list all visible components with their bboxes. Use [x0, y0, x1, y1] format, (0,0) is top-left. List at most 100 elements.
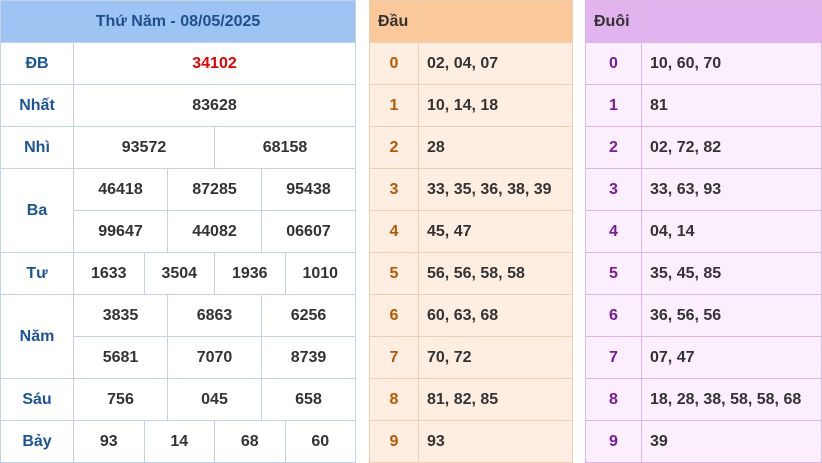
duoi-row: 0 10, 60, 70 [585, 42, 822, 85]
prize-value: 44082 [167, 210, 262, 253]
prize-value: 06607 [261, 210, 356, 253]
draw-date-header: Thứ Năm - 08/05/2025 [0, 0, 356, 43]
duoi-table: Đuôi 0 10, 60, 70 1 81 2 02, 72, 82 3 33, 63… [585, 0, 822, 463]
prize-row-nhi: Nhì 93572 68158 [0, 126, 356, 169]
duoi-value: 33, 63, 93 [641, 168, 822, 211]
dau-value: 70, 72 [418, 336, 573, 379]
dau-value: 60, 63, 68 [418, 294, 573, 337]
prize-label: Tư [0, 252, 74, 295]
duoi-row: 4 04, 14 [585, 210, 822, 253]
duoi-key: 6 [585, 294, 642, 337]
prize-value: 658 [261, 378, 356, 421]
duoi-value: 39 [641, 420, 822, 463]
prize-row-sau: Sáu 756 045 658 [0, 378, 356, 421]
dau-row: 4 45, 47 [369, 210, 573, 253]
prize-value: 93572 [73, 126, 215, 169]
duoi-key: 2 [585, 126, 642, 169]
prize-row-tu: Tư 1633 3504 1936 1010 [0, 252, 356, 295]
dau-key: 8 [369, 378, 419, 421]
prize-label: Năm [0, 294, 74, 379]
duoi-key: 9 [585, 420, 642, 463]
dau-value: 56, 56, 58, 58 [418, 252, 573, 295]
prize-value: 68 [214, 420, 286, 463]
duoi-value: 81 [641, 84, 822, 127]
duoi-row: 2 02, 72, 82 [585, 126, 822, 169]
dau-value: 33, 35, 36, 38, 39 [418, 168, 573, 211]
prize-value: 1936 [214, 252, 286, 295]
duoi-row: 9 39 [585, 420, 822, 463]
dau-row: 5 56, 56, 58, 58 [369, 252, 573, 295]
dau-row: 7 70, 72 [369, 336, 573, 379]
dau-row: 2 28 [369, 126, 573, 169]
duoi-key: 1 [585, 84, 642, 127]
dau-row: 9 93 [369, 420, 573, 463]
prize-value: 3504 [143, 252, 215, 295]
dau-value: 93 [418, 420, 573, 463]
duoi-value: 10, 60, 70 [641, 42, 822, 85]
prize-row-bay: Bảy 93 14 68 60 [0, 420, 356, 463]
duoi-row: 7 07, 47 [585, 336, 822, 379]
duoi-value: 07, 47 [641, 336, 822, 379]
duoi-row: 3 33, 63, 93 [585, 168, 822, 211]
dau-row: 0 02, 04, 07 [369, 42, 573, 85]
duoi-value: 18, 28, 38, 58, 58, 68 [641, 378, 822, 421]
dau-row: 3 33, 35, 36, 38, 39 [369, 168, 573, 211]
dau-row: 6 60, 63, 68 [369, 294, 573, 337]
dau-key: 7 [369, 336, 419, 379]
dau-value: 02, 04, 07 [418, 42, 573, 85]
prize-label: Sáu [0, 378, 74, 421]
duoi-key: 8 [585, 378, 642, 421]
duoi-value: 36, 56, 56 [641, 294, 822, 337]
prize-value: 14 [143, 420, 215, 463]
duoi-row: 1 81 [585, 84, 822, 127]
prize-value: 93 [73, 420, 145, 463]
prize-value: 1010 [284, 252, 356, 295]
prize-value: 3835 [73, 294, 168, 337]
prize-row-db: ĐB 34102 [0, 42, 356, 85]
dau-header-blank [418, 0, 573, 43]
results-table: Thứ Năm - 08/05/2025 ĐB 34102 Nhất 83628… [0, 0, 356, 463]
duoi-value: 02, 72, 82 [641, 126, 822, 169]
prize-label: Nhất [0, 84, 74, 127]
prize-value: 5681 [73, 336, 168, 379]
duoi-value: 04, 14 [641, 210, 822, 253]
dau-key: 5 [369, 252, 419, 295]
duoi-key: 5 [585, 252, 642, 295]
duoi-header-blank [641, 0, 822, 43]
duoi-key: 3 [585, 168, 642, 211]
prize-value: 99647 [73, 210, 168, 253]
prize-value: 83628 [73, 84, 356, 127]
prize-label: ĐB [0, 42, 74, 85]
prize-label: Nhì [0, 126, 74, 169]
duoi-value: 35, 45, 85 [641, 252, 822, 295]
prize-label: Ba [0, 168, 74, 253]
special-prize-value: 34102 [73, 42, 356, 85]
dau-key: 9 [369, 420, 419, 463]
prize-value: 7070 [167, 336, 262, 379]
dau-header: Đầu [369, 0, 419, 43]
prize-value: 68158 [214, 126, 356, 169]
prize-value: 756 [73, 378, 168, 421]
duoi-key: 0 [585, 42, 642, 85]
duoi-header: Đuôi [585, 0, 642, 43]
dau-value: 45, 47 [418, 210, 573, 253]
dau-key: 0 [369, 42, 419, 85]
prize-value: 6256 [261, 294, 356, 337]
dau-key: 2 [369, 126, 419, 169]
dau-key: 3 [369, 168, 419, 211]
duoi-row: 5 35, 45, 85 [585, 252, 822, 295]
duoi-key: 7 [585, 336, 642, 379]
prize-row-nam: Năm 3835 6863 6256 [0, 294, 356, 379]
duoi-row: 6 36, 56, 56 [585, 294, 822, 337]
prize-value: 1633 [73, 252, 145, 295]
dau-row: 8 81, 82, 85 [369, 378, 573, 421]
dau-value: 28 [418, 126, 573, 169]
prize-value: 60 [284, 420, 356, 463]
prize-value: 045 [167, 378, 262, 421]
prize-value: 46418 [73, 168, 168, 211]
prize-row-ba: Ba 46418 87285 95438 [0, 168, 356, 253]
duoi-row: 8 18, 28, 38, 58, 58, 68 [585, 378, 822, 421]
dau-value: 10, 14, 18 [418, 84, 573, 127]
dau-table: Đầu 0 02, 04, 07 1 10, 14, 18 2 28 3 33, 35,… [369, 0, 573, 463]
dau-key: 1 [369, 84, 419, 127]
